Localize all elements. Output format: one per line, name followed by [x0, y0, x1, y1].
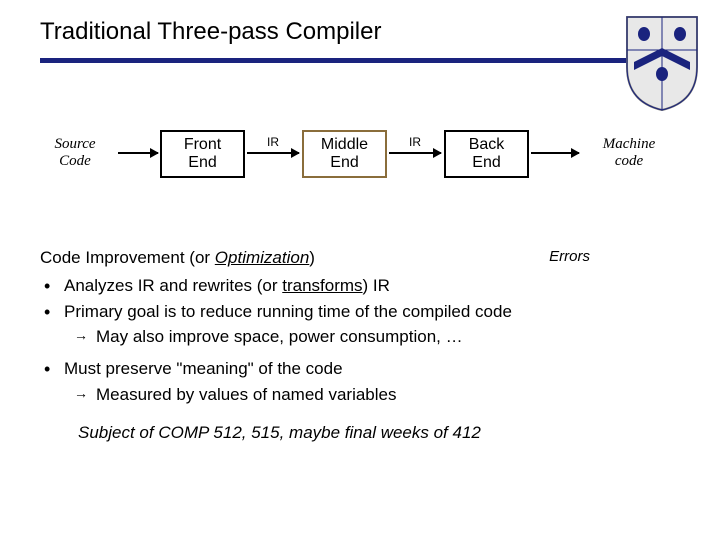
ir-label-1: IR: [253, 135, 293, 149]
section-heading: Code Improvement (or Optimization) Error…: [40, 246, 680, 270]
bullet-list: Analyzes IR and rewrites (or transforms)…: [40, 274, 680, 324]
title-underline: [40, 58, 680, 63]
bullet-2-sub: May also improve space, power consumptio…: [40, 325, 680, 349]
errors-label: Errors: [549, 246, 590, 267]
front-end-box: FrontEnd: [160, 130, 245, 178]
ir-label-2: IR: [395, 135, 435, 149]
bullet-3-sub: Measured by values of named variables: [40, 383, 680, 407]
subject-line: Subject of COMP 512, 515, maybe final we…: [78, 421, 680, 445]
body-text: Code Improvement (or Optimization) Error…: [40, 246, 680, 445]
bullet-3: Must preserve "meaning" of the code: [40, 357, 680, 381]
compiler-pipeline: SourceCode FrontEnd IR MiddleEnd IR Back…: [40, 130, 680, 220]
bullet-2: Primary goal is to reduce running time o…: [40, 300, 680, 324]
arrow-1: [118, 152, 158, 154]
middle-end-box: MiddleEnd: [302, 130, 387, 178]
slide-title: Traditional Three-pass Compiler: [40, 18, 381, 46]
arrow-4: [531, 152, 579, 154]
input-label: SourceCode: [30, 136, 120, 171]
back-end-box: BackEnd: [444, 130, 529, 178]
output-label: Machinecode: [584, 136, 674, 171]
bullet-1: Analyzes IR and rewrites (or transforms)…: [40, 274, 680, 298]
arrow-3: [389, 152, 441, 154]
arrow-2: [247, 152, 299, 154]
crest-icon: [622, 12, 702, 112]
